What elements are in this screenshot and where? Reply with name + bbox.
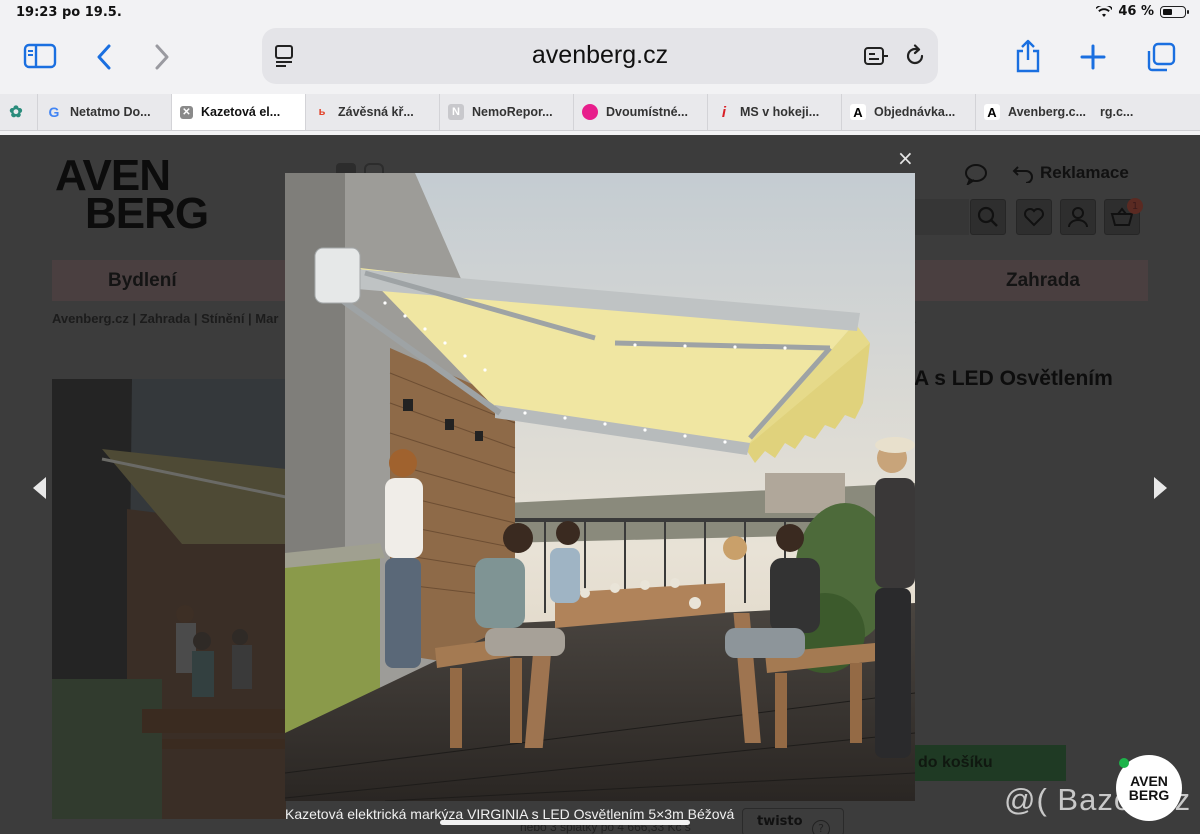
- badge-line-2: BERG: [1128, 787, 1170, 803]
- tab-label: Kazetová el...: [201, 105, 281, 119]
- online-dot-icon: [1119, 758, 1129, 768]
- product-image-dimmed[interactable]: [52, 379, 286, 819]
- site-logo[interactable]: AVEN BERG: [55, 154, 209, 238]
- help-icon[interactable]: ?: [812, 820, 830, 834]
- badge-line-1: AVEN: [1130, 773, 1168, 789]
- product-title: A s LED Osvětlením: [914, 367, 1113, 390]
- status-date: po 19.5.: [62, 5, 122, 20]
- tab-label: Závěsná kř...: [338, 105, 414, 119]
- wishlist-button[interactable]: [1016, 199, 1052, 235]
- status-time: 19:23: [16, 5, 58, 20]
- reklamace-label: Reklamace: [1040, 163, 1129, 182]
- google-icon: G: [48, 104, 60, 120]
- tab-zavesna[interactable]: ь Závěsná kř...: [305, 94, 439, 130]
- reklamace-link[interactable]: Reklamace: [1012, 163, 1129, 183]
- add-to-cart-button[interactable]: do košíku: [910, 745, 1066, 781]
- tab-label: Netatmo Do...: [70, 105, 151, 119]
- lightbox-image: [285, 173, 915, 801]
- share-icon[interactable]: [1012, 38, 1044, 74]
- tab-overview-icon[interactable]: [1144, 40, 1178, 74]
- address-bar[interactable]: avenberg.cz: [262, 28, 938, 84]
- status-bar: 19:23 po 19.5. 46 %: [0, 0, 1200, 24]
- tab-overflow[interactable]: rg.c...: [1100, 94, 1156, 130]
- tab-bar: ✿ G Netatmo Do... ✕ Kazetová el... ь Záv…: [0, 94, 1200, 131]
- battery-percent: 46 %: [1118, 4, 1154, 19]
- n-logo-icon: N: [448, 104, 464, 120]
- tab-nemoreport[interactable]: N NemoRepor...: [439, 94, 573, 130]
- tab-label: NemoRepor...: [472, 105, 553, 119]
- pink-dot-icon: [582, 104, 598, 120]
- status-right: 46 %: [1096, 4, 1189, 19]
- breadcrumb[interactable]: Avenberg.cz | Zahrada | Stínění | Mar: [52, 311, 278, 326]
- i-logo-icon: i: [721, 103, 727, 121]
- return-icon: [1012, 166, 1033, 183]
- user-icon: [1068, 207, 1088, 228]
- search-input[interactable]: [915, 199, 969, 235]
- tab-objednavka[interactable]: A Objednávka...: [841, 94, 975, 130]
- nav-item-zahrada[interactable]: Zahrada: [1006, 270, 1080, 292]
- next-image-button[interactable]: [1150, 475, 1174, 505]
- close-icon[interactable]: ✕: [180, 105, 193, 119]
- heart-icon: [1024, 208, 1044, 227]
- tab-dvoumistne[interactable]: Dvoumístné...: [573, 94, 707, 130]
- tab-pinned[interactable]: ✿: [0, 94, 37, 130]
- prev-image-button[interactable]: [30, 475, 54, 505]
- tab-label: MS v hokeji...: [740, 105, 820, 119]
- back-icon[interactable]: [92, 42, 116, 72]
- url-text: avenberg.cz: [531, 41, 669, 69]
- search-icon: [977, 206, 998, 227]
- battery-icon: [1160, 5, 1189, 18]
- home-indicator[interactable]: [440, 820, 690, 825]
- b-logo-icon: ь: [318, 106, 326, 118]
- chevron-left-icon: [33, 477, 46, 499]
- tab-kazetova[interactable]: ✕ Kazetová el...: [171, 94, 305, 130]
- lightbox-close-button[interactable]: ×: [897, 146, 914, 170]
- a-logo-icon: A: [984, 104, 1000, 120]
- chevron-right-icon: [1154, 477, 1167, 499]
- tab-label: Avenberg.c...: [1008, 105, 1087, 119]
- cart-count-badge: 1: [1127, 198, 1143, 214]
- clover-icon: ✿: [9, 104, 23, 121]
- browser-toolbar: avenberg.cz: [0, 24, 1200, 94]
- wifi-icon: [1096, 5, 1113, 17]
- twisto-label: twisto: [757, 814, 803, 829]
- reload-icon[interactable]: [902, 43, 928, 69]
- extensions-icon[interactable]: [862, 44, 890, 68]
- new-tab-icon[interactable]: [1078, 42, 1108, 72]
- tab-netatmo[interactable]: G Netatmo Do...: [37, 94, 171, 130]
- a-logo-icon: A: [850, 104, 866, 120]
- tab-avenberg[interactable]: A Avenberg.c...: [975, 94, 1100, 130]
- tab-label: Objednávka...: [874, 105, 956, 119]
- nav-item-bydleni[interactable]: Bydlení: [108, 270, 177, 292]
- forward-icon[interactable]: [150, 42, 174, 72]
- tab-label: rg.c...: [1100, 105, 1134, 119]
- add-to-cart-label: do košíku: [918, 754, 993, 771]
- account-button[interactable]: [1060, 199, 1096, 235]
- tab-label: Dvoumístné...: [606, 105, 688, 119]
- logo-line-2: BERG: [85, 189, 209, 238]
- sidebar-toggle-icon[interactable]: [22, 42, 58, 70]
- tab-ms-hokej[interactable]: i MS v hokeji...: [707, 94, 841, 130]
- search-button[interactable]: [970, 199, 1006, 235]
- chat-icon[interactable]: [964, 163, 988, 189]
